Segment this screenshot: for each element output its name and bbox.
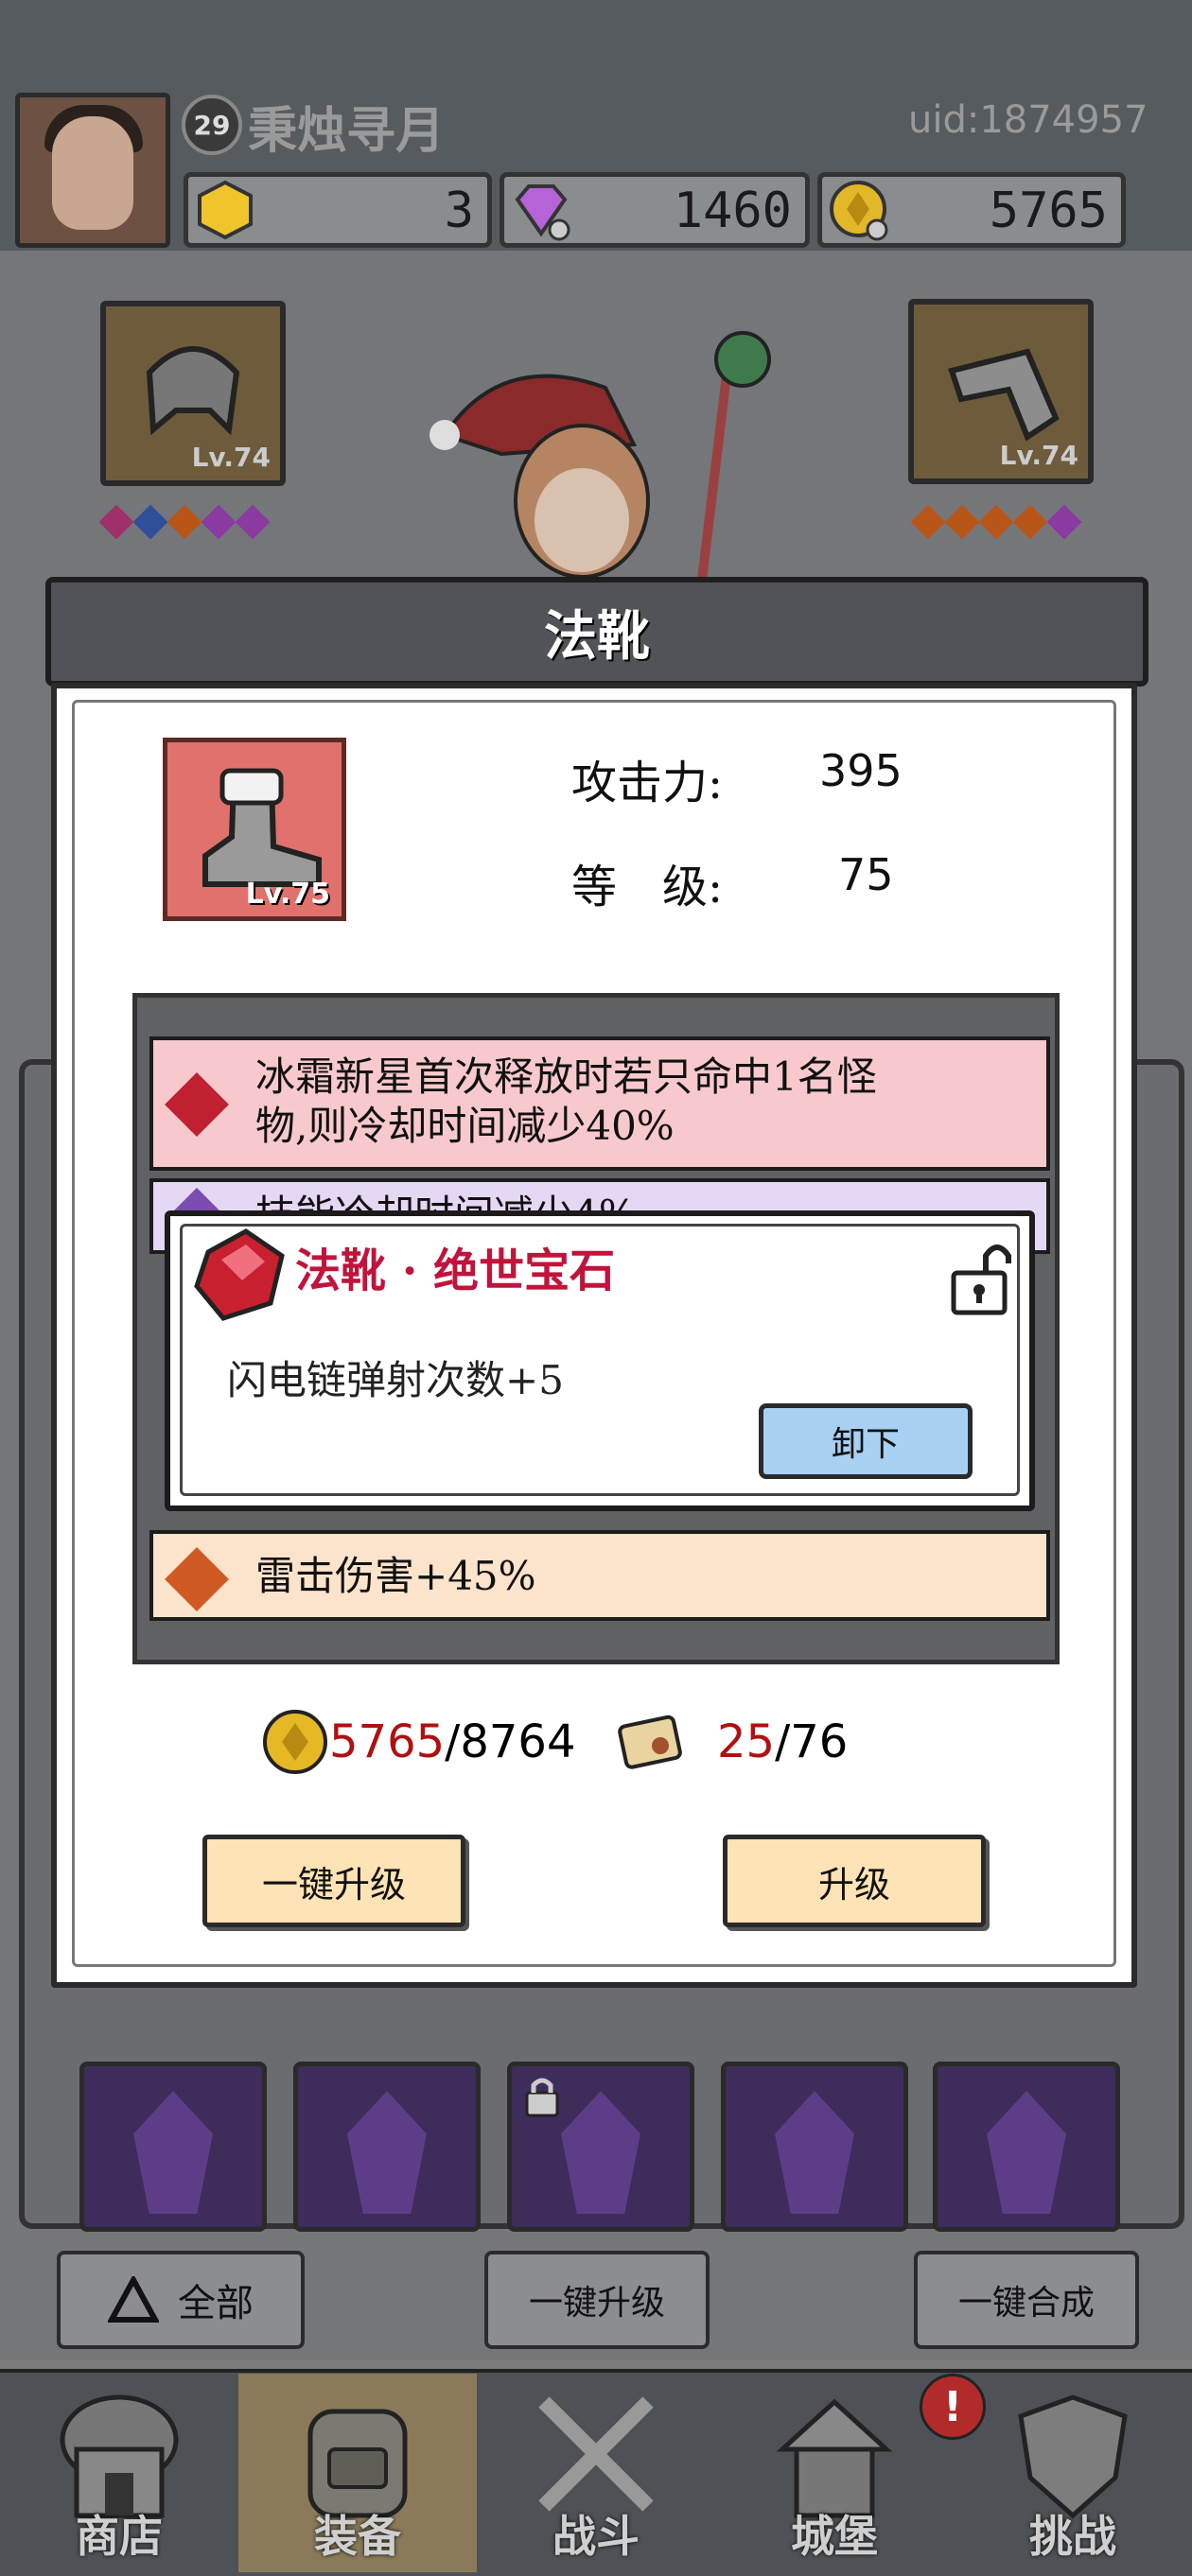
effect-text: 物,则冷却时间减少40% <box>255 1103 675 1149</box>
tab-label: 装备 <box>314 2511 401 2562</box>
filter-all-button[interactable]: 全部 <box>57 2251 305 2349</box>
inventory-one-click-merge-button[interactable]: 一键合成 <box>914 2251 1139 2349</box>
currency-value: 1460 <box>673 183 792 239</box>
currency-value: 3 <box>444 183 474 239</box>
currency-diamond: 1460 <box>500 172 810 248</box>
red-gem-icon <box>194 1228 285 1321</box>
scroll-have: 25 <box>717 1715 776 1768</box>
stat-label-attack: 攻击力: <box>571 757 724 809</box>
upgrade-button[interactable]: 升级 <box>723 1835 986 1927</box>
effect-row[interactable]: 冰霜新星首次释放时若只命中1名怪 物,则冷却时间减少40% <box>149 1036 1050 1171</box>
gold-need: /8764 <box>445 1715 576 1768</box>
modal-header: 法靴 <box>45 577 1148 687</box>
filter-all-label: 全部 <box>178 2282 254 2325</box>
tab-battle[interactable]: 战斗 <box>477 2374 715 2572</box>
gem-detail-popup: 法靴 · 绝世宝石 闪电链弹射次数+5 卸下 <box>165 1210 1035 1511</box>
tab-label: 挑战 <box>1029 2511 1116 2562</box>
lock-icon <box>525 2078 559 2117</box>
inventory-gem-slot[interactable] <box>79 2062 267 2232</box>
one-click-upgrade-button[interactable]: 一键升级 <box>202 1835 465 1927</box>
notification-badge: ! <box>920 2374 986 2440</box>
effect-text: 雷击伤害+45% <box>255 1553 536 1599</box>
modal-title: 法靴 <box>544 604 650 668</box>
tab-castle[interactable]: 城堡 <box>715 2374 954 2572</box>
inventory-gem-slot[interactable] <box>507 2062 694 2232</box>
equipment-slot-helmet[interactable]: Lv.74 <box>100 301 286 486</box>
currency-gold-coin: 5765 <box>817 172 1126 248</box>
item-detail-modal: 法靴 Lv.75 攻击力: 395 等 级: 75 冰霜新星首次释放时若只命中1… <box>45 577 1148 2007</box>
slot-gem-row <box>910 504 1082 540</box>
player-uid: uid:1874957 <box>908 98 1148 142</box>
effect-row[interactable]: 雷击伤害+45% <box>149 1530 1050 1621</box>
item-level: Lv.75 <box>245 878 330 911</box>
tab-label: 战斗 <box>552 2511 640 2562</box>
popup-description: 闪电链弹射次数+5 <box>227 1357 564 1403</box>
red-gem-icon <box>165 1072 229 1137</box>
gold-have: 5765 <box>329 1715 446 1768</box>
avatar[interactable] <box>15 93 170 248</box>
player-name: 秉烛寻月 <box>248 102 446 160</box>
slot-level: Lv.74 <box>999 440 1078 471</box>
equipment-slot-gauntlet[interactable]: Lv.74 <box>908 299 1094 484</box>
gold-coin-icon <box>263 1710 327 1774</box>
tab-shop[interactable]: 商店 <box>0 2374 238 2572</box>
unlock-icon[interactable] <box>948 1237 1016 1316</box>
unequip-button[interactable]: 卸下 <box>759 1403 973 1479</box>
gold-cost: 5765 /8764 <box>261 1708 575 1776</box>
popup-title: 法靴 · 绝世宝石 <box>295 1244 616 1297</box>
effect-text: 冰霜新星首次释放时若只命中1名怪 <box>255 1053 877 1100</box>
item-icon: Lv.75 <box>163 738 346 921</box>
tab-challenge[interactable]: 挑战 <box>954 2374 1192 2572</box>
character-portrait <box>429 331 771 596</box>
stat-value-level: 75 <box>838 849 894 900</box>
tab-label: 商店 <box>76 2511 163 2562</box>
stat-label-level: 等 级: <box>571 861 724 914</box>
orange-gem-icon <box>165 1547 229 1611</box>
scroll-icon <box>618 1714 682 1769</box>
tab-equipment[interactable]: 装备 <box>238 2374 477 2572</box>
tab-label: 城堡 <box>791 2511 878 2562</box>
gold-coin-icon <box>830 181 888 241</box>
triangle-up-icon <box>108 2276 159 2323</box>
scroll-cost: 25 /76 <box>613 1708 848 1776</box>
scroll-need: /76 <box>775 1715 849 1768</box>
slot-gem-row <box>98 504 271 540</box>
player-level-badge: 29 <box>182 95 242 155</box>
inventory-gem-slot[interactable] <box>933 2062 1120 2232</box>
currency-value: 5765 <box>989 183 1108 239</box>
gold-gem-icon <box>198 180 253 240</box>
inventory-gem-slot[interactable] <box>721 2062 908 2232</box>
stat-value-attack: 395 <box>819 745 903 796</box>
inventory-one-click-upgrade-button[interactable]: 一键升级 <box>484 2251 710 2349</box>
purple-diamond-icon <box>515 184 570 241</box>
slot-level: Lv.74 <box>191 442 271 473</box>
currency-gold-gem: 3 <box>184 172 492 248</box>
inventory-gem-slot[interactable] <box>293 2062 481 2232</box>
